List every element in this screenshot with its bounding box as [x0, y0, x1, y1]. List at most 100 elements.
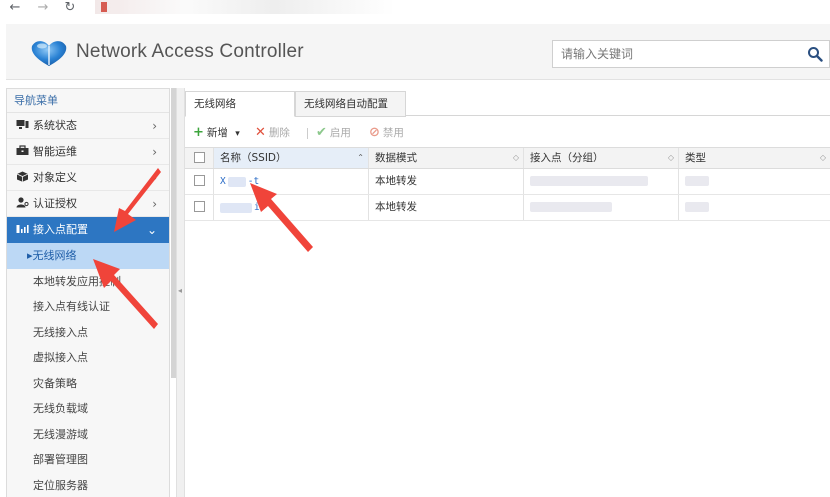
- sidebar-subitem-deployment-map[interactable]: 部署管理图: [7, 447, 169, 473]
- main-panel: 无线网络 无线网络自动配置 + 新增 ▾ ✕ 删除 ✔ 启用 ⊘ 禁用 名称（SSID）…: [185, 88, 830, 497]
- column-header-ssid[interactable]: 名称（SSID） ⌃: [214, 148, 369, 168]
- data-mode-cell: 本地转发: [369, 195, 524, 220]
- sidebar-item-object-definition[interactable]: 对象定义 ›: [7, 165, 169, 191]
- redacted-text: [530, 202, 612, 212]
- forward-icon[interactable]: →: [36, 0, 50, 16]
- enable-button[interactable]: ✔ 启用: [316, 120, 351, 146]
- sidebar-subitem-virtual-ap[interactable]: 虚拟接入点: [7, 345, 169, 371]
- blurred-address-bar[interactable]: [95, 0, 395, 14]
- sidebar-subitem-roaming-domain[interactable]: 无线漫游域: [7, 421, 169, 447]
- chevron-right-icon: ›: [152, 171, 157, 185]
- column-label: 名称（SSID）: [220, 152, 287, 164]
- sidebar-subitem-ap-wired-auth[interactable]: 接入点有线认证: [7, 294, 169, 320]
- sidebar-subitem-disaster-policy[interactable]: 灾备策略: [7, 370, 169, 396]
- sort-icon: ◇: [512, 153, 519, 162]
- add-button[interactable]: + 新增 ▾: [193, 120, 240, 146]
- sidebar-item-label: 系统状态: [33, 119, 77, 132]
- redacted-text: [685, 176, 709, 186]
- app-header: Network Access Controller: [6, 24, 830, 80]
- data-mode-cell: 本地转发: [369, 169, 524, 194]
- dropdown-arrow-icon[interactable]: ▾: [235, 129, 240, 139]
- redacted-text: [227, 176, 246, 187]
- chevron-right-icon: ›: [152, 145, 157, 159]
- search-input[interactable]: [553, 41, 799, 67]
- sidebar-subitem-wireless-network[interactable]: ▸无线网络: [7, 243, 169, 269]
- table-header: 名称（SSID） ⌃ 数据模式 ◇ 接入点（分组） ◇ 类型 ◇: [185, 147, 830, 169]
- sidebar-item-label: 接入点配置: [33, 223, 88, 236]
- plus-icon: +: [193, 125, 204, 140]
- select-all-checkbox[interactable]: [193, 151, 205, 163]
- column-label: 接入点（分组）: [530, 152, 604, 164]
- enable-label: 启用: [329, 127, 351, 139]
- ssid-link[interactable]: i: [220, 202, 260, 213]
- select-all-cell: [185, 148, 214, 168]
- toolbar-separator: [307, 128, 308, 139]
- row-checkbox[interactable]: [193, 200, 205, 212]
- column-label: 数据模式: [375, 152, 417, 164]
- tab-wireless-network[interactable]: 无线网络: [185, 91, 295, 117]
- sidebar-subitem-local-forwarding[interactable]: 本地转发应用控制: [7, 268, 169, 294]
- wireless-network-table: 名称（SSID） ⌃ 数据模式 ◇ 接入点（分组） ◇ 类型 ◇ X -t 本地转发 i …: [185, 147, 830, 221]
- toolbar: + 新增 ▾ ✕ 删除 ✔ 启用 ⊘ 禁用: [185, 120, 830, 146]
- back-icon[interactable]: ←: [8, 0, 22, 16]
- type-cell: [679, 195, 830, 220]
- browser-toolbar: ← → ↻: [0, 0, 830, 18]
- reload-icon[interactable]: ↻: [63, 0, 77, 16]
- sidebar-item-smart-ops[interactable]: 智能运维 ›: [7, 139, 169, 165]
- disable-label: 禁用: [382, 127, 404, 139]
- disable-button[interactable]: ⊘ 禁用: [369, 120, 404, 146]
- row-checkbox[interactable]: [193, 174, 205, 186]
- ap-group-cell: [524, 169, 679, 194]
- ssid-text: -t: [247, 176, 260, 187]
- chevron-right-icon: ›: [152, 197, 157, 211]
- ssid-text: X: [220, 176, 226, 187]
- ssid-cell: X -t: [214, 169, 369, 194]
- sidebar-subitem-wireless-ap[interactable]: 无线接入点: [7, 319, 169, 345]
- table-row[interactable]: i 本地转发: [185, 195, 830, 221]
- panel-splitter[interactable]: ◂: [176, 88, 185, 497]
- sort-icon: ◇: [667, 153, 674, 162]
- column-label: 类型: [685, 152, 706, 164]
- column-header-type[interactable]: 类型 ◇: [679, 148, 830, 168]
- check-icon: ✔: [316, 125, 327, 140]
- column-header-ap-group[interactable]: 接入点（分组） ◇: [524, 148, 679, 168]
- collapse-arrow-icon[interactable]: ◂: [178, 286, 182, 295]
- sidebar-item-ap-config[interactable]: 接入点配置 ⌄: [7, 217, 169, 243]
- ssid-text: i: [254, 202, 260, 213]
- sidebar-title: 导航菜单: [7, 89, 169, 113]
- sort-icon: ◇: [819, 153, 826, 162]
- monitor-icon: [16, 120, 29, 129]
- add-label: 新增: [206, 127, 228, 139]
- search-box: [552, 40, 830, 68]
- chevron-right-icon: ›: [152, 119, 157, 133]
- table-row[interactable]: X -t 本地转发: [185, 169, 830, 195]
- sidebar-subitem-load-domain[interactable]: 无线负载域: [7, 396, 169, 422]
- search-icon[interactable]: [807, 46, 823, 62]
- sidebar-item-label: 对象定义: [33, 171, 77, 184]
- delete-button[interactable]: ✕ 删除: [255, 120, 290, 146]
- app-title: Network Access Controller: [76, 41, 304, 62]
- tab-wireless-auto-config[interactable]: 无线网络自动配置: [295, 91, 406, 117]
- ssid-cell: i: [214, 195, 369, 220]
- sidebar-nav: 导航菜单 系统状态 › 智能运维 › 对象定义 › 认证授权 › 接入点配置 ⌄…: [6, 88, 170, 497]
- redacted-text: [530, 176, 648, 186]
- row-select-cell: [185, 195, 214, 220]
- ban-icon: ⊘: [369, 125, 380, 140]
- sort-asc-icon: ⌃: [357, 153, 364, 162]
- user-key-icon: [16, 197, 29, 208]
- row-select-cell: [185, 169, 214, 194]
- ssid-link[interactable]: X -t: [220, 176, 259, 187]
- type-cell: [679, 169, 830, 194]
- chevron-down-icon: ⌄: [146, 223, 157, 237]
- logo-icon: [31, 41, 67, 66]
- column-header-data-mode[interactable]: 数据模式 ◇: [369, 148, 524, 168]
- sidebar-item-label: 智能运维: [33, 145, 77, 158]
- redacted-text: [685, 202, 709, 212]
- sidebar-item-system-status[interactable]: 系统状态 ›: [7, 113, 169, 139]
- sidebar-subitem-location-server[interactable]: 定位服务器: [7, 472, 169, 497]
- toolbox-icon: [16, 145, 29, 155]
- cube-icon: [16, 171, 29, 182]
- signal-icon: [16, 225, 29, 233]
- delete-x-icon: ✕: [255, 125, 266, 140]
- sidebar-item-auth[interactable]: 认证授权 ›: [7, 191, 169, 217]
